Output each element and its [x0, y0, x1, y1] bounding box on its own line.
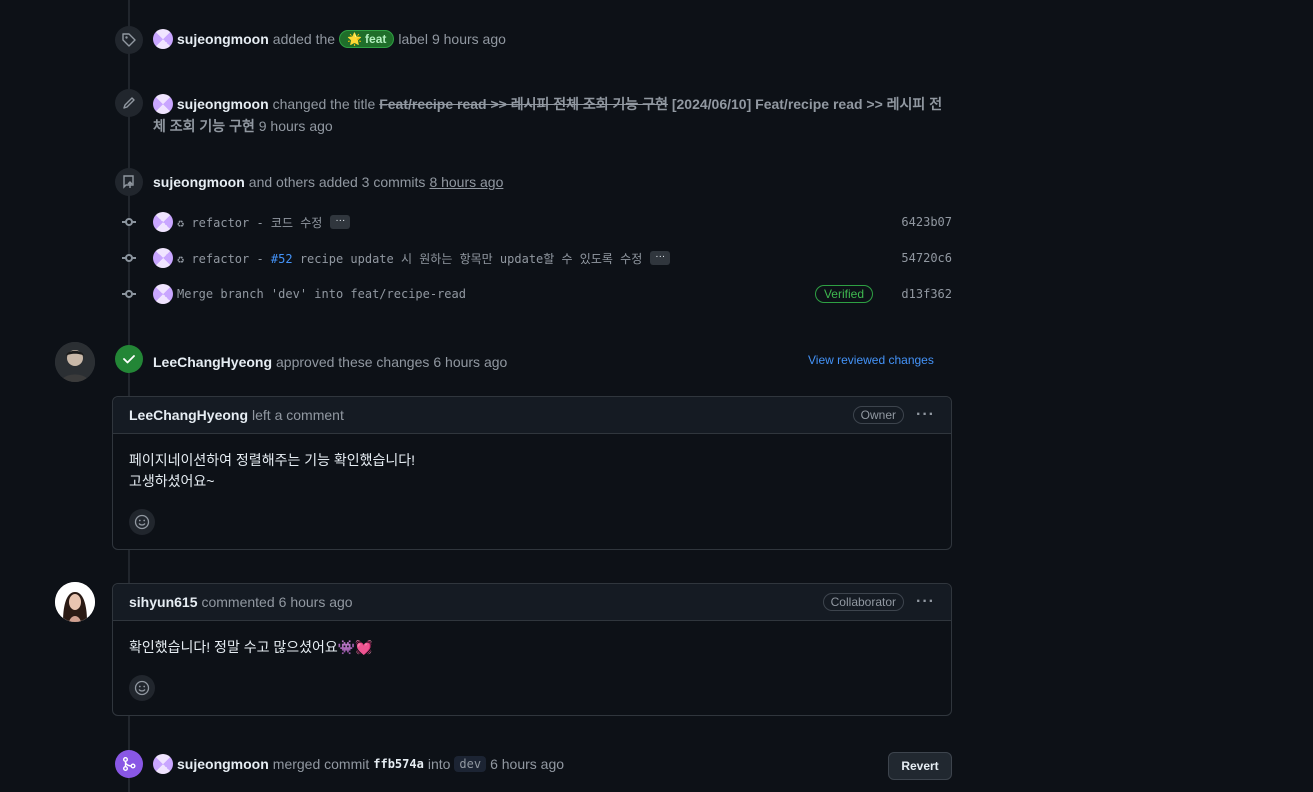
event-author[interactable]: sujeongmoon [153, 174, 245, 190]
commit-message-suffix: recipe update 시 원하는 항목만 update할 수 있도록 수정 [292, 251, 643, 266]
old-title: Feat/recipe read >> 레시피 전체 조회 기능 구현 [379, 96, 668, 112]
avatar[interactable] [153, 29, 173, 49]
tag-icon [115, 26, 143, 54]
comment-action: commented [201, 594, 275, 610]
comment-body: 페이지네이션하여 정렬해주는 기능 확인했습니다! 고생하셨어요~ [113, 434, 951, 551]
event-action: and others added 3 commits [248, 174, 426, 190]
branch-name[interactable]: dev [454, 756, 487, 772]
comment-options-button[interactable]: ··· [916, 593, 935, 611]
avatar[interactable] [55, 342, 95, 382]
commit-row: ♻ refactor - 코드 수정 ··· 6423b07 [122, 212, 952, 232]
revert-button[interactable]: Revert [888, 752, 952, 780]
rename-event: sujeongmoon changed the title Feat/recip… [153, 93, 953, 137]
avatar[interactable] [153, 212, 173, 232]
pencil-icon [115, 89, 143, 117]
avatar[interactable] [153, 754, 173, 774]
verified-badge[interactable]: Verified [814, 285, 873, 303]
expand-commit-button[interactable]: ··· [650, 251, 671, 265]
event-suffix: label [398, 31, 428, 47]
check-icon [115, 345, 143, 373]
avatar[interactable] [153, 284, 173, 304]
event-action: merged commit [272, 756, 370, 772]
comment-text: 페이지네이션하여 정렬해주는 기능 확인했습니다! [129, 452, 416, 468]
event-time[interactable]: 8 hours ago [429, 174, 503, 190]
label-emoji: 🌟 [347, 32, 363, 46]
into-text: into [427, 756, 451, 772]
view-reviewed-changes-link[interactable]: View reviewed changes [808, 353, 934, 367]
approve-event: LeeChangHyeong approved these changes 6 … [153, 352, 507, 372]
git-commit-icon [122, 287, 136, 301]
comment-text: 확인했습니다! 정말 수고 많으셨어요👾💓 [129, 639, 373, 655]
commit-message[interactable]: ♻ refactor - 코드 수정 [177, 214, 322, 231]
merge-event: sujeongmoon merged commit ffb574a into d… [153, 753, 564, 775]
commit-message[interactable]: Merge branch 'dev' into feat/recipe-read [177, 287, 466, 301]
review-comment: LeeChangHyeong left a comment Owner ··· … [112, 396, 952, 550]
comment-time[interactable]: 6 hours ago [279, 594, 353, 610]
event-author[interactable]: LeeChangHyeong [153, 354, 272, 370]
comment-author[interactable]: LeeChangHyeong [129, 407, 248, 423]
comment-action: left a comment [252, 407, 344, 423]
comment-text: 고생하셨어요~ [129, 473, 215, 489]
commit-row: ♻ refactor - #52 recipe update 시 원하는 항목만… [122, 248, 952, 268]
new-title-cont: 체 조회 기능 구현 [153, 118, 255, 134]
commit-message[interactable]: ♻ refactor - #52 recipe update 시 원하는 항목만… [177, 250, 642, 267]
commit-sha[interactable]: 54720c6 [901, 251, 952, 265]
event-action: changed the title [272, 96, 376, 112]
merge-commit-sha[interactable]: ffb574a [373, 757, 424, 771]
comment: sihyun615 commented 6 hours ago Collabor… [112, 583, 952, 716]
comment-author[interactable]: sihyun615 [129, 594, 197, 610]
event-author[interactable]: sujeongmoon [177, 756, 269, 772]
role-badge: Collaborator [822, 593, 905, 611]
event-time[interactable]: 6 hours ago [490, 756, 564, 772]
comment-header: LeeChangHyeong left a comment Owner ··· [113, 397, 951, 434]
event-author[interactable]: sujeongmoon [177, 31, 269, 47]
new-title: [2024/06/10] Feat/recipe read >> 레시피 전 [671, 96, 943, 112]
event-author[interactable]: sujeongmoon [177, 96, 269, 112]
label-event: sujeongmoon added the 🌟 feat label 9 hour… [153, 29, 506, 49]
issue-link[interactable]: #52 [271, 252, 293, 266]
event-action: added the [272, 31, 336, 47]
git-commit-icon [122, 251, 136, 265]
git-commit-icon [122, 215, 136, 229]
event-time[interactable]: 9 hours ago [259, 118, 333, 134]
comment-options-button[interactable]: ··· [916, 406, 935, 424]
event-time[interactable]: 9 hours ago [432, 31, 506, 47]
event-action: approved these changes [276, 354, 430, 370]
git-merge-icon [115, 750, 143, 778]
comment-body: 확인했습니다! 정말 수고 많으셨어요👾💓 [113, 621, 951, 717]
avatar[interactable] [153, 248, 173, 268]
commit-row: Merge branch 'dev' into feat/recipe-read… [122, 284, 952, 304]
avatar[interactable] [55, 582, 95, 622]
feat-label[interactable]: 🌟 feat [339, 30, 395, 48]
smiley-icon[interactable] [129, 675, 155, 701]
avatar[interactable] [153, 94, 173, 114]
commit-message-prefix: ♻ refactor - [177, 251, 271, 266]
commit-sha[interactable]: 6423b07 [901, 215, 952, 229]
label-text: feat [365, 32, 387, 46]
event-time[interactable]: 6 hours ago [433, 354, 507, 370]
role-badge: Owner [852, 406, 905, 424]
repo-push-icon [115, 168, 143, 196]
commits-event: sujeongmoon and others added 3 commits 8… [153, 172, 503, 192]
smiley-icon[interactable] [129, 509, 155, 535]
comment-header: sihyun615 commented 6 hours ago Collabor… [113, 584, 951, 621]
commit-sha[interactable]: d13f362 [901, 287, 952, 301]
expand-commit-button[interactable]: ··· [330, 215, 351, 229]
